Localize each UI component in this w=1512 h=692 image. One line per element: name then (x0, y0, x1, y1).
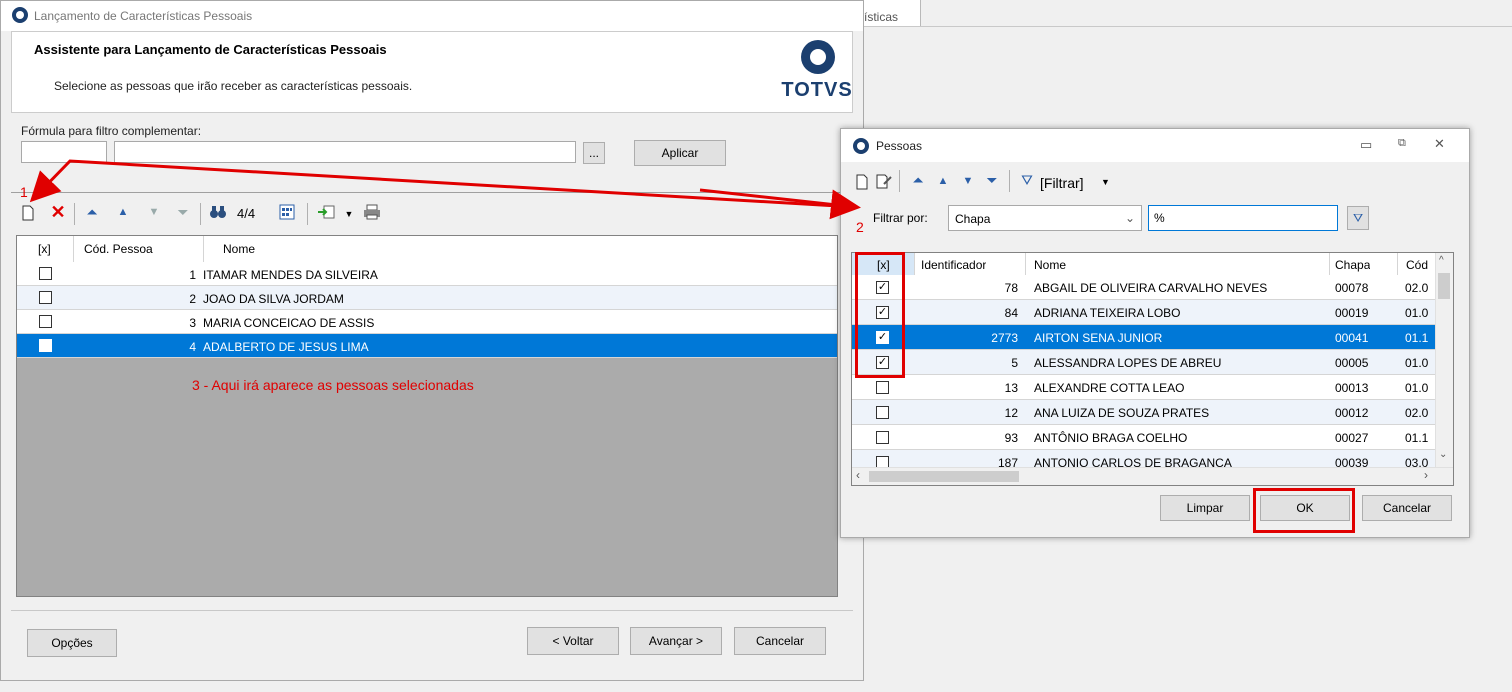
annotation-arrow (29, 159, 861, 220)
